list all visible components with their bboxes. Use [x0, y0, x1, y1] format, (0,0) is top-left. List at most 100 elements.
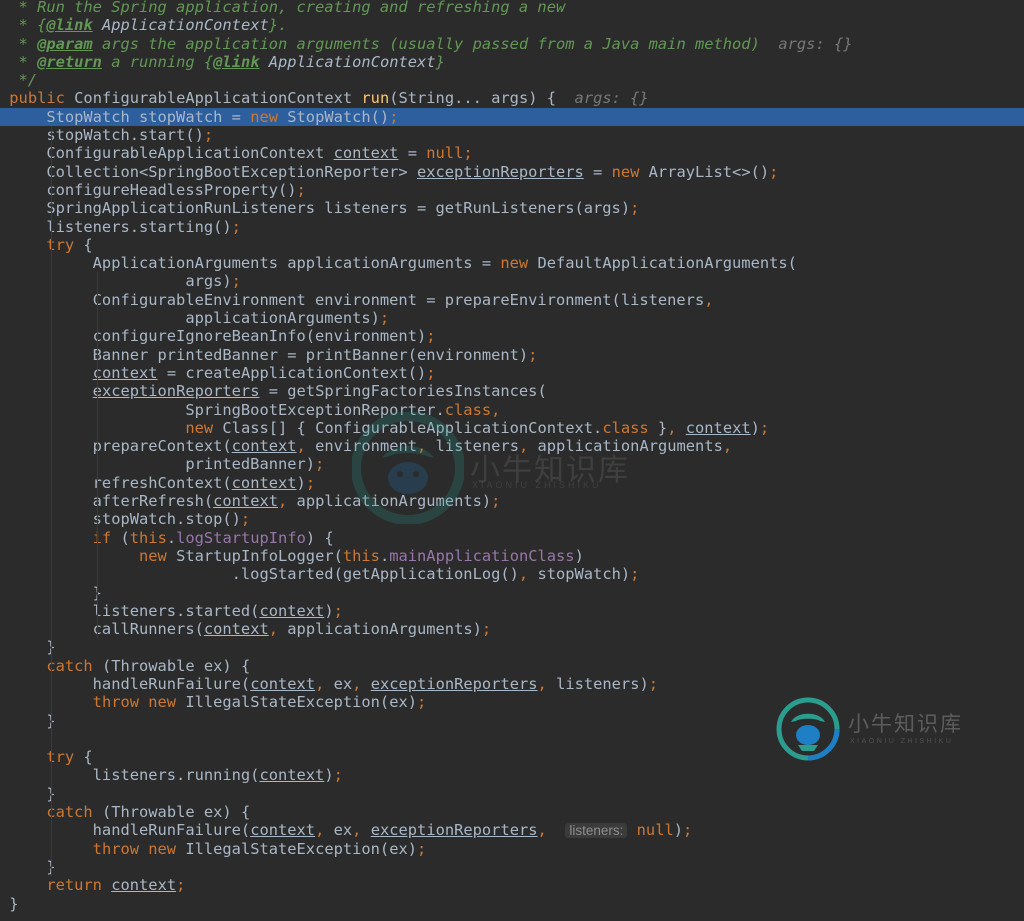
- code-line[interactable]: throw new IllegalStateException(ex);: [0, 839, 1024, 858]
- code-line[interactable]: prepareContext(context, environment, lis…: [0, 437, 1024, 456]
- code-line[interactable]: * {@link ApplicationContext}.: [0, 16, 1024, 34]
- indent-guide: [50, 473, 52, 493]
- code-line[interactable]: if (this.logStartupInfo) {: [0, 528, 1024, 547]
- code-line[interactable]: handleRunFailure(context, ex, exceptionR…: [0, 674, 1024, 694]
- comment-token: * Run the Spring application, creating a…: [0, 0, 566, 16]
- code-token: configureHeadlessProperty(): [0, 180, 297, 199]
- code-line[interactable]: configureIgnoreBeanInfo(environment);: [0, 327, 1024, 346]
- keyword-token: this: [342, 546, 380, 565]
- code-line[interactable]: return context;: [0, 876, 1024, 894]
- code-line[interactable]: }: [0, 784, 1024, 804]
- code-line[interactable]: listeners.started(context);: [0, 601, 1024, 621]
- indent-guide: [50, 528, 52, 547]
- code-line[interactable]: SpringApplicationRunListeners listeners …: [0, 199, 1024, 218]
- code-line[interactable]: */: [0, 71, 1024, 89]
- code-line[interactable]: ConfigurableApplicationContext context =…: [0, 144, 1024, 163]
- code-line[interactable]: ApplicationArguments applicationArgument…: [0, 254, 1024, 273]
- code-token: (: [111, 528, 130, 547]
- code-line[interactable]: ConfigurableEnvironment environment = pr…: [0, 290, 1024, 310]
- indent-guide: [97, 437, 99, 456]
- code-line[interactable]: }: [0, 711, 1024, 730]
- variable-token: context: [259, 766, 325, 785]
- keyword-token: ;: [481, 620, 492, 639]
- code-token: listeners): [546, 674, 649, 693]
- code-line[interactable]: Banner printedBanner = printBanner(envir…: [0, 345, 1024, 364]
- code-line[interactable]: * @param args the application arguments …: [0, 35, 1024, 53]
- indent-guide: [50, 309, 52, 328]
- inlay-hint: args: {}: [574, 89, 649, 108]
- code-line[interactable]: stopWatch.stop();: [0, 510, 1024, 529]
- code-line[interactable]: * Run the Spring application, creating a…: [0, 0, 1024, 16]
- code-line[interactable]: [0, 729, 1024, 749]
- keyword-token: new: [500, 254, 529, 273]
- code-line[interactable]: refreshContext(context);: [0, 473, 1024, 493]
- code-line[interactable]: afterRefresh(context, applicationArgumen…: [0, 492, 1024, 511]
- code-line[interactable]: applicationArguments);: [0, 309, 1024, 328]
- keyword-token: new: [185, 418, 214, 437]
- code-line[interactable]: try {: [0, 235, 1024, 255]
- indent-guide: [97, 290, 99, 310]
- code-token: ConfigurableEnvironment environment = pr…: [0, 290, 705, 309]
- indent-guide: [50, 418, 52, 438]
- code-line[interactable]: stopWatch.start();: [0, 126, 1024, 145]
- code-line[interactable]: catch (Throwable ex) {: [0, 803, 1024, 822]
- code-editor[interactable]: * Run the Spring application, creating a…: [0, 0, 1024, 921]
- code-line[interactable]: context = createApplicationContext();: [0, 363, 1024, 383]
- comment-token: *: [0, 34, 38, 53]
- code-line[interactable]: configureHeadlessProperty();: [0, 180, 1024, 200]
- code-line[interactable]: printedBanner);: [0, 455, 1024, 474]
- code-token: ArrayList<>(): [639, 162, 770, 181]
- keyword-token: throw new: [92, 693, 177, 712]
- code-line[interactable]: try {: [0, 748, 1024, 767]
- indent-guide: [50, 729, 52, 749]
- keyword-token: ,: [268, 620, 279, 639]
- code-line[interactable]: throw new IllegalStateException(ex);: [0, 693, 1024, 712]
- keyword-token: ,: [518, 565, 529, 584]
- code-line[interactable]: catch (Throwable ex) {: [0, 656, 1024, 675]
- keyword-token: ,: [296, 437, 306, 456]
- code-token: ): [574, 546, 584, 565]
- code-line[interactable]: }: [0, 638, 1024, 657]
- code-line[interactable]: }: [0, 583, 1024, 602]
- indent-guide: [50, 217, 52, 236]
- code-token: listeners.running(: [0, 766, 260, 785]
- code-token: }: [0, 857, 56, 876]
- code-line[interactable]: }: [0, 895, 1024, 913]
- code-line[interactable]: new StartupInfoLogger(this.mainApplicati…: [0, 546, 1024, 566]
- code-token: StopWatch stopWatch =: [0, 107, 251, 126]
- code-token: =: [398, 144, 427, 163]
- code-line-current[interactable]: StopWatch stopWatch = new StopWatch();: [0, 107, 1024, 127]
- code-token: {: [74, 748, 93, 767]
- indent-guide: [97, 492, 99, 511]
- code-token: }: [648, 418, 668, 437]
- code-line[interactable]: listeners.starting();: [0, 217, 1024, 236]
- code-line[interactable]: listeners.running(context);: [0, 766, 1024, 785]
- comment-token: args the application arguments (usually …: [92, 34, 779, 53]
- comment-token: }: [435, 52, 445, 71]
- code-line[interactable]: public ConfigurableApplicationContext ru…: [0, 89, 1024, 107]
- code-line[interactable]: exceptionReporters = getSpringFactoriesI…: [0, 382, 1024, 401]
- code-line[interactable]: new Class[] { ConfigurableApplicationCon…: [0, 418, 1024, 438]
- keyword-token: ;: [315, 455, 325, 474]
- code-line[interactable]: handleRunFailure(context, ex, exceptionR…: [0, 821, 1024, 840]
- code-line[interactable]: * @return a running {@link ApplicationCo…: [0, 53, 1024, 71]
- code-line[interactable]: SpringBootExceptionReporter.class,: [0, 400, 1024, 419]
- field-token: mainApplicationClass: [389, 546, 575, 565]
- code-token: args): [0, 272, 232, 291]
- code-token: printedBanner): [0, 455, 316, 474]
- keyword-token: ;: [417, 693, 427, 712]
- keyword-token: ;: [426, 363, 436, 382]
- code-line[interactable]: args);: [0, 272, 1024, 291]
- code-line[interactable]: callRunners(context, applicationArgument…: [0, 620, 1024, 639]
- code-line[interactable]: }: [0, 857, 1024, 877]
- code-line[interactable]: .logStarted(getApplicationLog(), stopWat…: [0, 565, 1024, 584]
- keyword-token: class,: [444, 400, 501, 419]
- code-area[interactable]: * Run the Spring application, creating a…: [0, 0, 1024, 913]
- code-line[interactable]: Collection<SpringBootExceptionReporter> …: [0, 162, 1024, 181]
- code-token: }: [0, 894, 19, 913]
- indent-guide: [97, 363, 99, 383]
- indent-guide: [97, 345, 99, 364]
